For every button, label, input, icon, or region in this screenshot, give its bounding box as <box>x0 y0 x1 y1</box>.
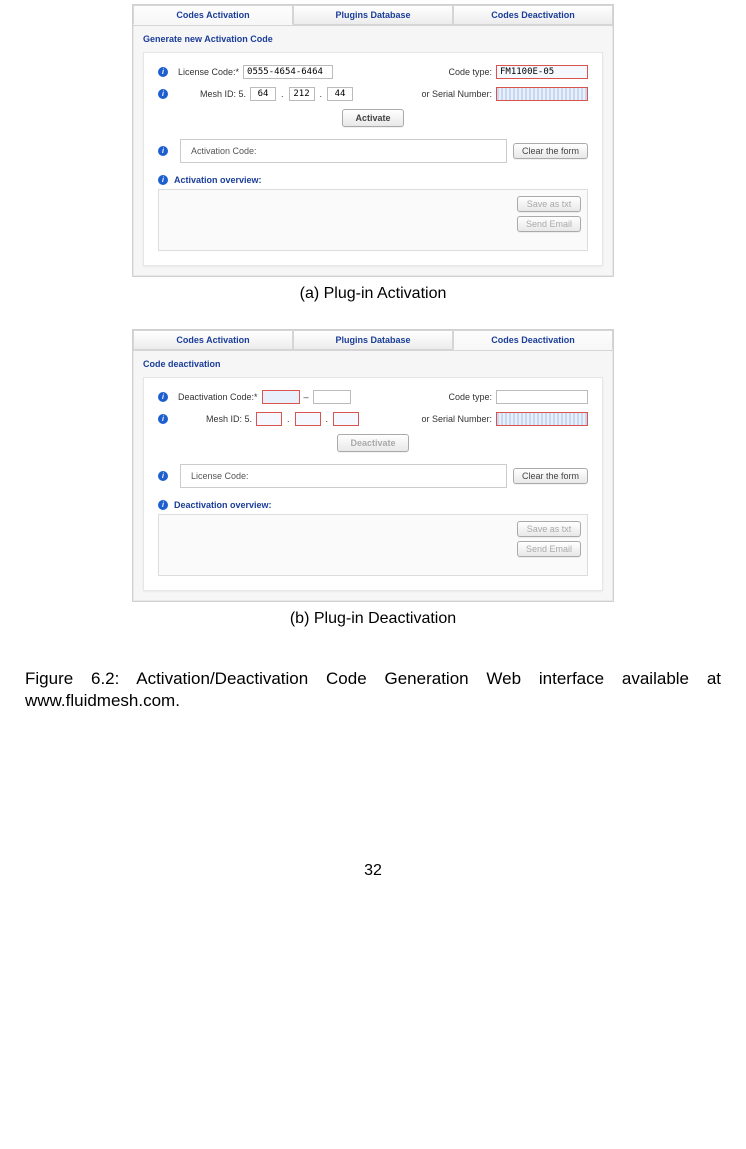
mesh-id-b-input[interactable] <box>295 412 321 426</box>
deactivation-overview-box: Save as txt Send Email <box>158 514 588 576</box>
info-icon: i <box>158 89 168 99</box>
tab-codes-activation[interactable]: Codes Activation <box>133 5 293 25</box>
tab-codes-activation[interactable]: Codes Activation <box>133 330 293 350</box>
info-icon: i <box>158 414 168 424</box>
tab-plugins-database[interactable]: Plugins Database <box>293 330 453 350</box>
code-type-label: Code type: <box>448 67 492 77</box>
subfigure-caption-b: (b) Plug-in Deactivation <box>290 610 456 628</box>
activation-panel: Codes Activation Plugins Database Codes … <box>132 4 614 277</box>
form-area: i Deactivation Code:* – Code type: i Mes… <box>143 377 603 591</box>
code-type-label: Code type: <box>448 392 492 402</box>
info-icon: i <box>158 471 168 481</box>
save-as-txt-button[interactable]: Save as txt <box>517 196 581 212</box>
serial-number-input <box>496 87 588 101</box>
activation-code-label: Activation Code: <box>191 146 257 156</box>
figure-caption: Figure 6.2: Activation/Deactivation Code… <box>25 668 721 712</box>
subfigure-caption-a: (a) Plug-in Activation <box>300 285 447 303</box>
activation-overview-label: Activation overview: <box>174 175 262 185</box>
code-type-input[interactable] <box>496 390 588 404</box>
tab-bar: Codes Activation Plugins Database Codes … <box>133 5 613 26</box>
info-icon: i <box>158 67 168 77</box>
activation-overview-box: Save as txt Send Email <box>158 189 588 251</box>
activation-code-box: Activation Code: <box>180 139 507 163</box>
deactivation-code-a-input[interactable] <box>262 390 300 404</box>
tab-codes-deactivation[interactable]: Codes Deactivation <box>453 330 613 350</box>
deactivate-button[interactable]: Deactivate <box>337 434 408 452</box>
clear-form-button[interactable]: Clear the form <box>513 468 588 484</box>
mesh-id-a-input[interactable] <box>256 412 282 426</box>
tab-bar: Codes Activation Plugins Database Codes … <box>133 330 613 351</box>
form-area: i License Code:* Code type: i Mesh ID: 5… <box>143 52 603 266</box>
mesh-id-label: Mesh ID: 5. <box>200 89 246 99</box>
clear-form-button[interactable]: Clear the form <box>513 143 588 159</box>
activate-button[interactable]: Activate <box>342 109 403 127</box>
deactivation-overview-label: Deactivation overview: <box>174 500 272 510</box>
send-email-button[interactable]: Send Email <box>517 216 581 232</box>
section-title: Code deactivation <box>133 351 613 373</box>
mesh-id-c-input[interactable] <box>327 87 353 101</box>
info-icon: i <box>158 392 168 402</box>
mesh-id-a-input[interactable] <box>250 87 276 101</box>
code-type-input[interactable] <box>496 65 588 79</box>
tab-codes-deactivation[interactable]: Codes Deactivation <box>453 5 613 25</box>
page-number: 32 <box>13 862 733 880</box>
deactivation-code-b-input[interactable] <box>313 390 351 404</box>
mesh-id-label: Mesh ID: 5. <box>206 414 252 424</box>
license-code-input[interactable] <box>243 65 333 79</box>
deactivation-panel: Codes Activation Plugins Database Codes … <box>132 329 614 602</box>
save-as-txt-button[interactable]: Save as txt <box>517 521 581 537</box>
serial-number-input <box>496 412 588 426</box>
serial-number-label: or Serial Number: <box>421 414 492 424</box>
mesh-id-b-input[interactable] <box>289 87 315 101</box>
license-code-label: License Code:* <box>178 67 239 77</box>
send-email-button[interactable]: Send Email <box>517 541 581 557</box>
mesh-id-c-input[interactable] <box>333 412 359 426</box>
license-code-label: License Code: <box>191 471 249 481</box>
info-icon: i <box>158 146 168 156</box>
section-title: Generate new Activation Code <box>133 26 613 48</box>
info-icon: i <box>158 175 168 185</box>
license-code-box: License Code: <box>180 464 507 488</box>
info-icon: i <box>158 500 168 510</box>
deactivation-code-label: Deactivation Code:* <box>178 392 258 402</box>
serial-number-label: or Serial Number: <box>421 89 492 99</box>
tab-plugins-database[interactable]: Plugins Database <box>293 5 453 25</box>
